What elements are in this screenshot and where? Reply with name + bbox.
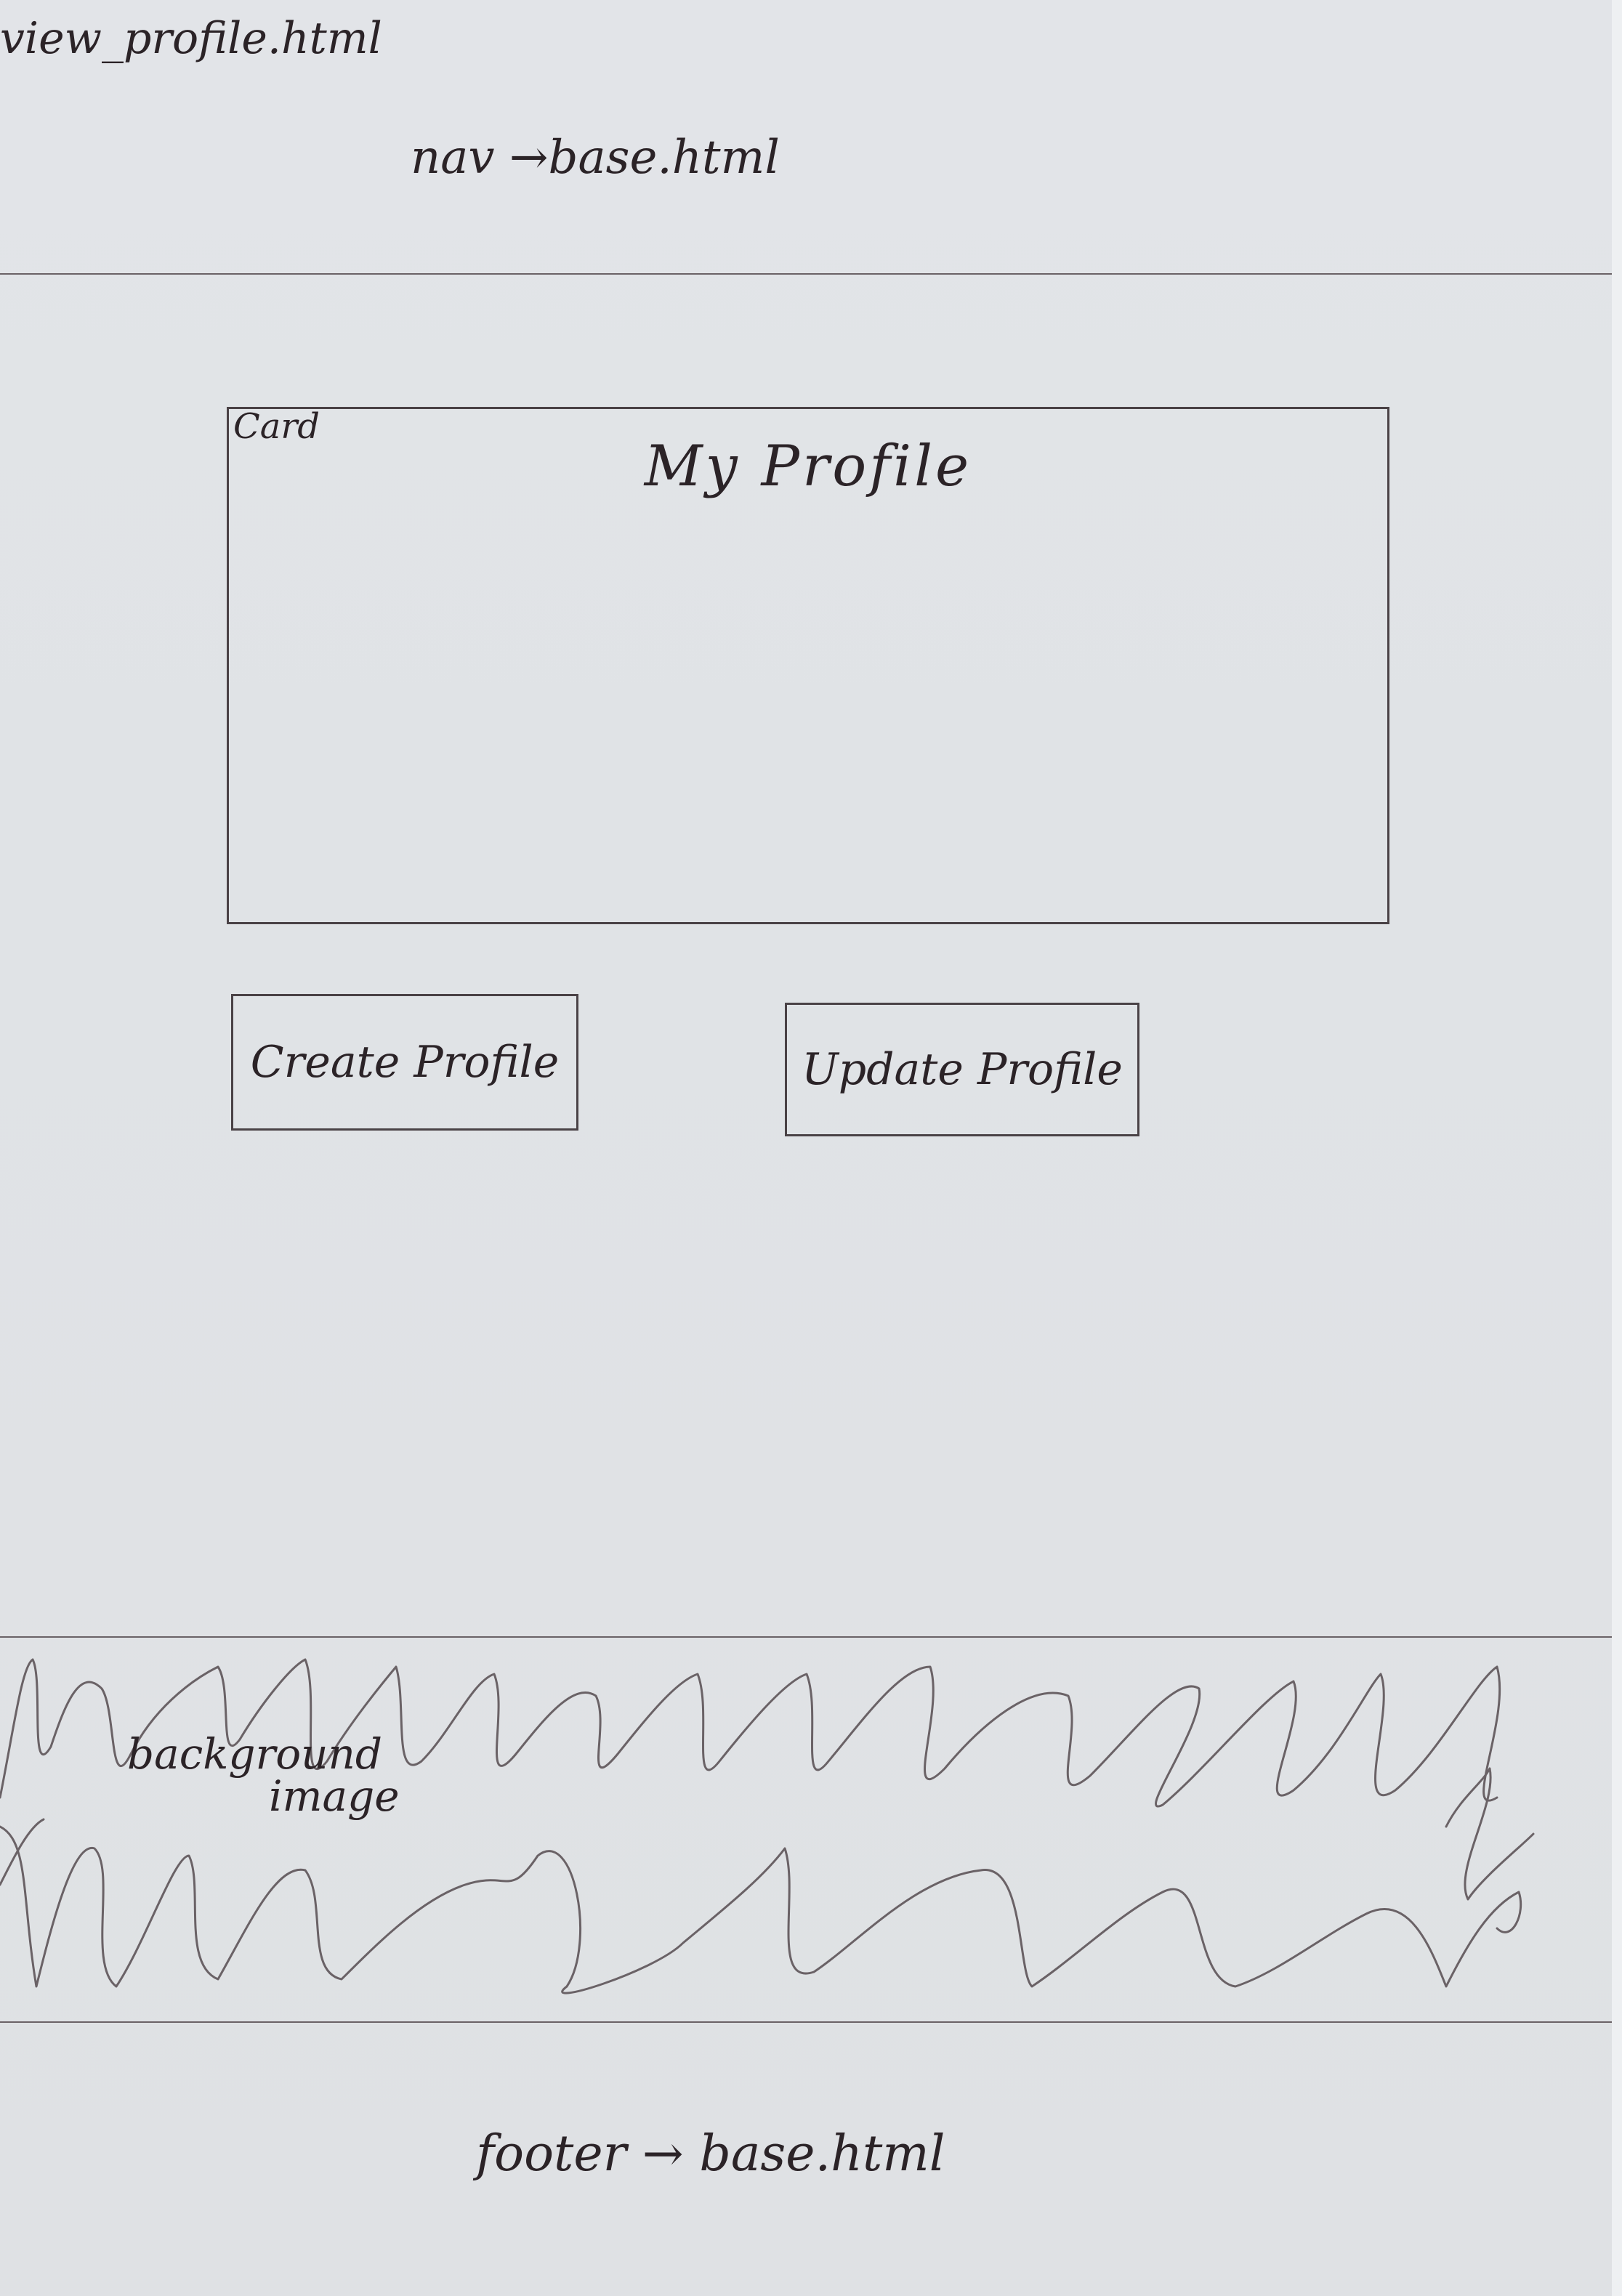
nav-annotation: nav →base.html <box>411 131 780 185</box>
card-title: My Profile <box>644 434 972 499</box>
footer-annotation: footer → base.html <box>476 2125 945 2183</box>
file-title: view_profile.html <box>0 13 382 64</box>
create-profile-button[interactable]: Create Profile <box>231 994 578 1131</box>
paper-edge <box>1612 0 1622 2296</box>
footer-divider <box>0 2021 1612 2023</box>
background-label-line1: background <box>127 1729 382 1779</box>
nav-divider <box>0 273 1612 275</box>
background-label-line2: image <box>269 1771 400 1821</box>
background-image-scribble <box>0 1658 1535 1994</box>
update-profile-button[interactable]: Update Profile <box>785 1003 1139 1136</box>
profile-card: Card My Profile <box>227 406 1389 924</box>
background-image-label: background image <box>127 1733 418 1817</box>
